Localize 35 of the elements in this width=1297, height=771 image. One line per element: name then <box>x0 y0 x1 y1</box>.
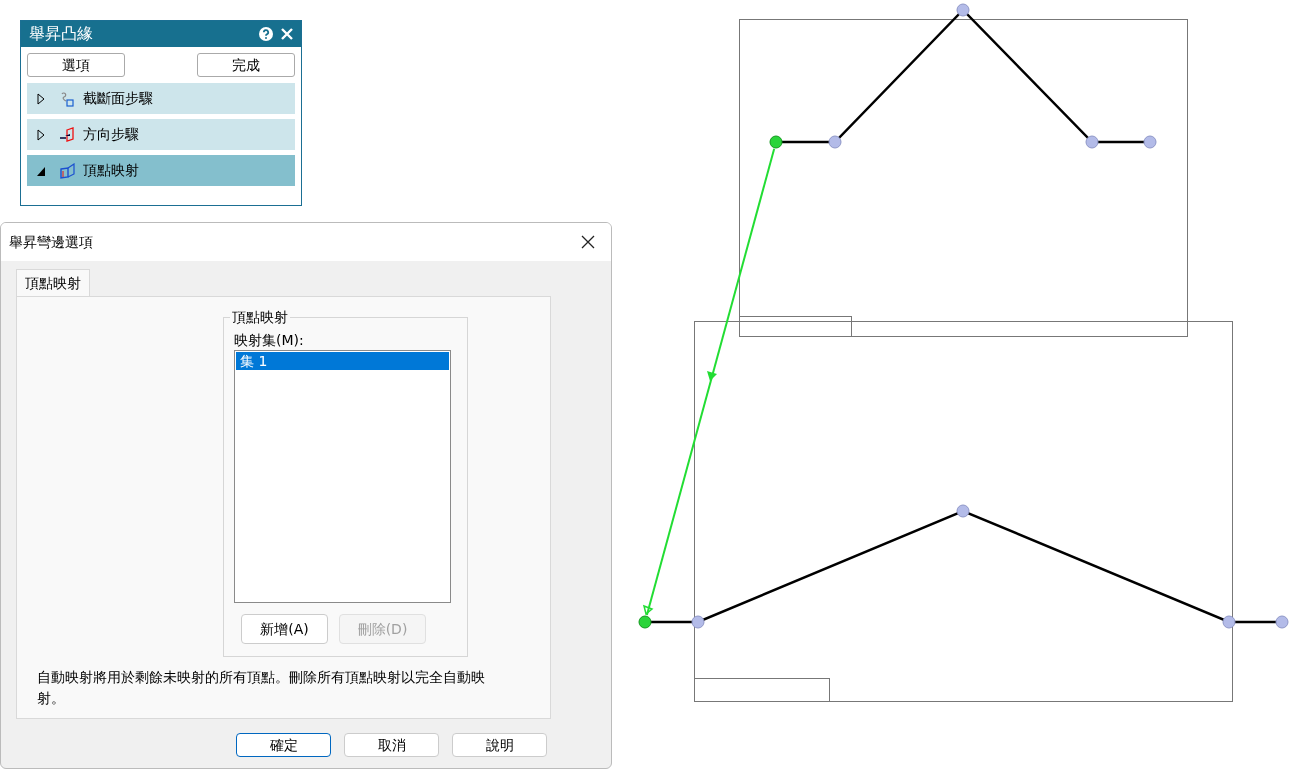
vertex-point[interactable] <box>1222 615 1236 629</box>
close-icon[interactable] <box>581 235 595 249</box>
step-label: 截斷面步驟 <box>83 89 153 108</box>
start-vertex-point[interactable] <box>769 135 783 149</box>
collapsed-triangle-icon[interactable] <box>37 128 45 141</box>
list-item[interactable]: 集 1 <box>236 352 449 370</box>
step-label: 方向步驟 <box>83 125 139 144</box>
start-vertex-point[interactable] <box>638 615 652 629</box>
panel-button[interactable]: 完成 <box>197 53 295 77</box>
info-text: 自動映射將用於剩餘未映射的所有頂點。刪除所有頂點映射以完全自動映射。 <box>37 668 486 708</box>
panel-title: 舉昇凸緣 <box>29 23 93 45</box>
step-label: 頂點映射 <box>83 161 139 180</box>
step-row[interactable]: 方向步驟 <box>27 119 295 150</box>
cube-icon <box>59 162 75 179</box>
collapsed-triangle-icon[interactable] <box>37 92 45 105</box>
dialog-button[interactable]: 說明 <box>452 733 547 757</box>
vertex-point[interactable] <box>956 504 970 518</box>
tab[interactable]: 頂點映射 <box>16 269 90 296</box>
step-row[interactable]: 截斷面步驟 <box>27 83 295 114</box>
help-icon[interactable] <box>259 27 273 41</box>
vertex-point[interactable] <box>691 615 705 629</box>
dialog-button[interactable]: 確定 <box>236 733 331 757</box>
vertex-point[interactable] <box>1085 135 1099 149</box>
panel-button[interactable]: 選項 <box>27 53 125 77</box>
vertex-point[interactable] <box>828 135 842 149</box>
dialog-title: 舉昇彎邊選項 <box>9 232 93 252</box>
dialog-button[interactable]: 取消 <box>344 733 439 757</box>
step-row[interactable]: 頂點映射 <box>27 155 295 186</box>
list-box[interactable]: 集 1 <box>234 350 451 603</box>
action-button[interactable]: 新增(A) <box>241 614 328 644</box>
list-label: 映射集(M): <box>234 331 305 350</box>
group-title: 頂點映射 <box>230 308 290 326</box>
vertex-point[interactable] <box>956 3 970 17</box>
section-icon <box>59 90 75 107</box>
plane-icon <box>59 126 75 143</box>
